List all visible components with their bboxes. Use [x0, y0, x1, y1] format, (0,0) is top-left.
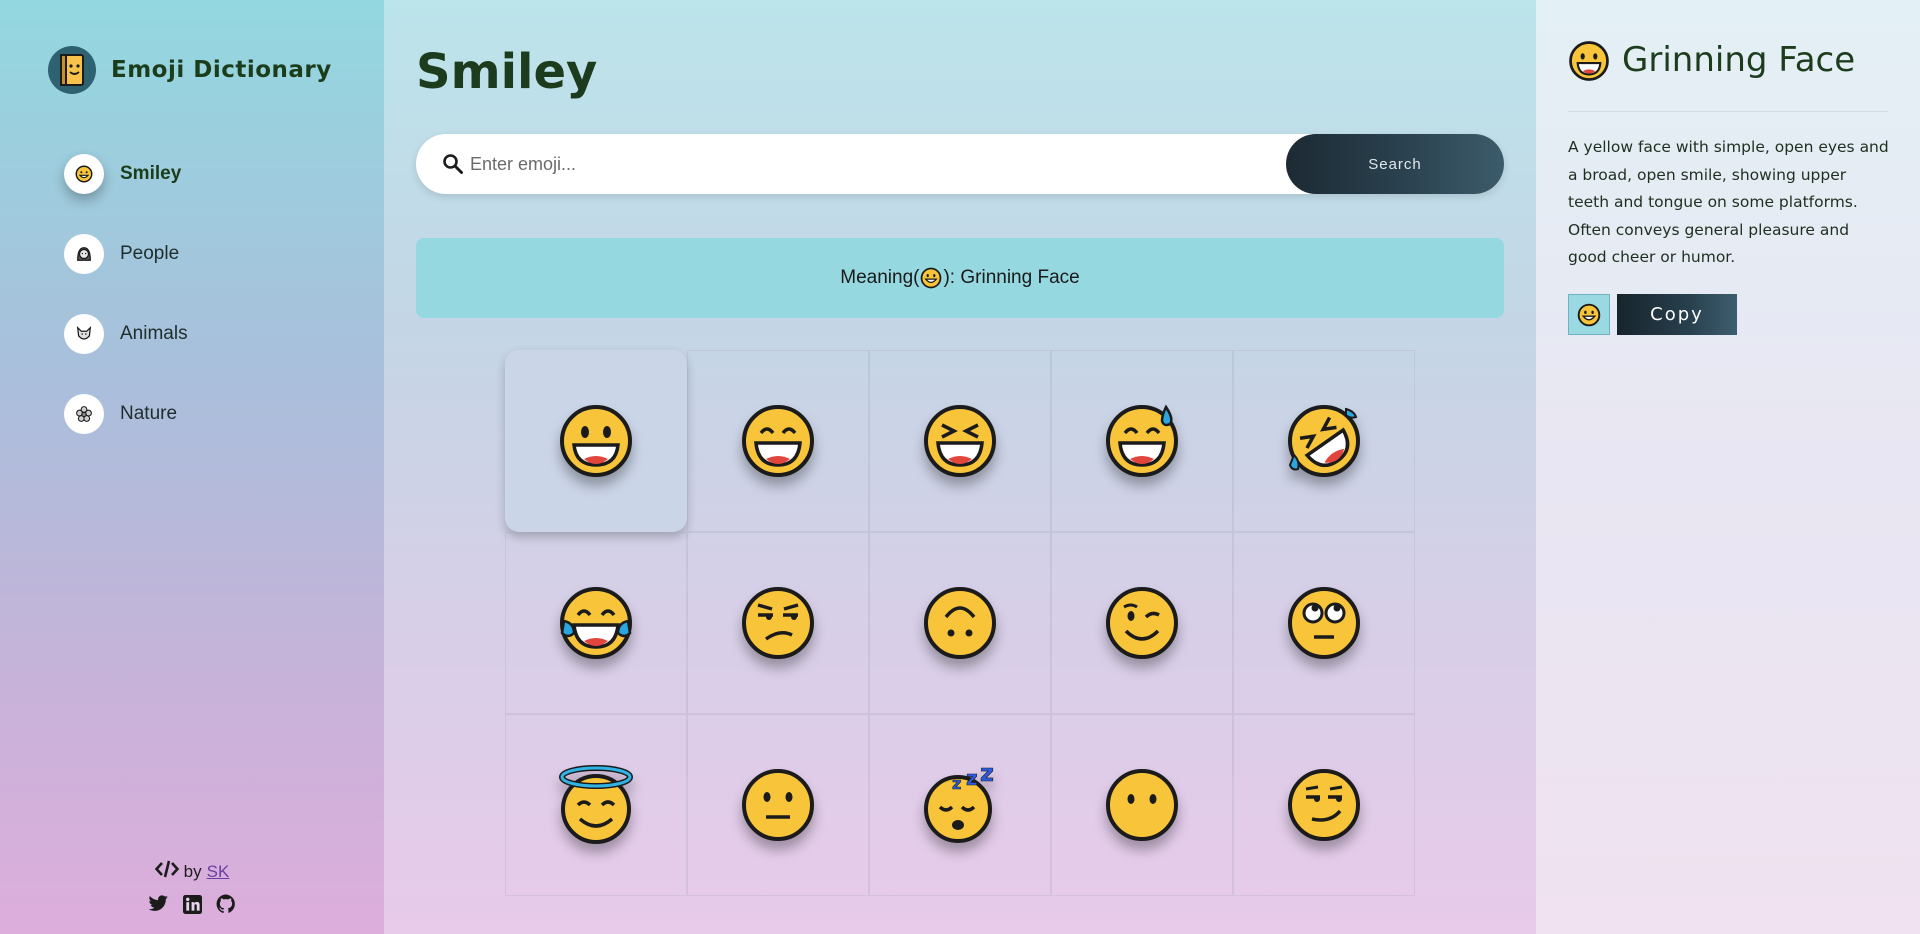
- detail-title: Grinning Face: [1622, 40, 1856, 80]
- face-with-tears-of-joy-icon: [560, 587, 632, 659]
- copy-button[interactable]: Copy: [1617, 294, 1737, 335]
- brand[interactable]: Emoji Dictionary: [48, 46, 332, 94]
- search-input[interactable]: [470, 134, 1270, 194]
- emoji-grid: zzz: [505, 350, 1415, 896]
- sidebar-item-people[interactable]: People: [64, 234, 188, 274]
- flower-icon: [64, 394, 104, 434]
- main-content: Smiley Search Meaning( ): Grinning Face: [384, 0, 1536, 934]
- detail-header: Grinning Face: [1568, 36, 1888, 112]
- page-title: Smiley: [416, 44, 598, 100]
- emoji-cell-face-without-mouth[interactable]: [1051, 714, 1233, 896]
- search-icon: [442, 153, 464, 175]
- smirking-face-icon: [1288, 769, 1360, 841]
- detail-panel: Grinning Face A yellow face with simple,…: [1536, 0, 1920, 934]
- person-icon: [64, 234, 104, 274]
- grinning-face-mini-icon: [920, 267, 942, 289]
- by-text: by: [183, 861, 202, 881]
- copy-row: Copy: [1568, 294, 1737, 335]
- sidebar-item-animals[interactable]: Animals: [64, 314, 188, 354]
- search-bar: Search: [416, 134, 1504, 194]
- svg-text:z: z: [980, 765, 994, 787]
- book-with-face-icon: [48, 46, 96, 94]
- emoji-cell-upside-down-face[interactable]: [869, 532, 1051, 714]
- sidebar-item-nature[interactable]: Nature: [64, 394, 188, 434]
- emoji-cell-face-with-rolling-eyes[interactable]: [1233, 532, 1415, 714]
- sidebar: Emoji Dictionary Smiley People Animals N…: [0, 0, 384, 934]
- face-with-rolling-eyes-icon: [1288, 587, 1360, 659]
- app-title: Emoji Dictionary: [111, 57, 332, 83]
- grinning-face-icon: [560, 405, 632, 477]
- meaning-prefix: Meaning(: [840, 267, 920, 288]
- author-link[interactable]: SK: [207, 862, 230, 882]
- emoji-cell-neutral-face[interactable]: [687, 714, 869, 896]
- credit-line: by SK: [0, 860, 384, 883]
- sidebar-item-label: Animals: [120, 323, 188, 344]
- smiley-icon: [64, 154, 104, 194]
- grinning-face-icon: [1568, 40, 1610, 87]
- face-without-mouth-icon: [1106, 769, 1178, 841]
- neutral-face-icon: [742, 769, 814, 841]
- emoji-cell-grinning-squinting-face[interactable]: [869, 350, 1051, 532]
- sidebar-item-smiley[interactable]: Smiley: [64, 154, 188, 194]
- emoji-cell-face-with-tears-of-joy[interactable]: [505, 532, 687, 714]
- twitter-icon[interactable]: [147, 893, 169, 915]
- social-links: [0, 893, 384, 915]
- detail-description: A yellow face with simple, open eyes and…: [1568, 138, 1889, 266]
- grinning-face-with-smiling-eyes-icon: [742, 405, 814, 477]
- grinning-face-with-sweat-icon: [1106, 404, 1178, 477]
- emoji-cell-smirking-face[interactable]: [1233, 714, 1415, 896]
- linkedin-icon[interactable]: [181, 893, 203, 915]
- upside-down-face-icon: [924, 587, 996, 659]
- sidebar-item-label: People: [120, 243, 180, 264]
- grinning-squinting-face-icon: [924, 405, 996, 477]
- github-icon[interactable]: [215, 893, 237, 915]
- grinning-face-icon: [1577, 303, 1601, 326]
- svg-text:z: z: [952, 774, 961, 793]
- rolling-on-the-floor-laughing-icon: [1288, 405, 1360, 477]
- emoji-cell-smiling-face-with-halo[interactable]: [505, 714, 687, 896]
- search-button[interactable]: Search: [1286, 134, 1504, 194]
- footer: by SK: [0, 860, 384, 915]
- wolf-icon: [64, 314, 104, 354]
- winking-face-icon: [1106, 587, 1178, 659]
- sidebar-item-label: Smiley: [120, 163, 182, 184]
- sidebar-item-label: Nature: [120, 403, 178, 424]
- smiling-face-with-halo-icon: [559, 765, 633, 844]
- emoji-cell-grinning-face-with-sweat[interactable]: [1051, 350, 1233, 532]
- sleeping-face-icon: zzz: [924, 765, 994, 843]
- meaning-text: ): Grinning Face: [943, 267, 1080, 288]
- emoji-cell-unamused-face[interactable]: [687, 532, 869, 714]
- svg-text:z: z: [966, 766, 978, 790]
- code-icon: [154, 860, 179, 883]
- emoji-preview: [1568, 294, 1610, 335]
- emoji-cell-grinning-face-with-smiling-eyes[interactable]: [687, 350, 869, 532]
- emoji-cell-winking-face[interactable]: [1051, 532, 1233, 714]
- unamused-face-icon: [742, 587, 814, 659]
- meaning-box: Meaning( ): Grinning Face: [416, 238, 1504, 318]
- emoji-cell-sleeping-face[interactable]: zzz: [869, 714, 1051, 896]
- category-nav: Smiley People Animals Nature: [64, 154, 188, 474]
- emoji-cell-grinning-face[interactable]: [505, 350, 687, 532]
- emoji-cell-rolling-on-the-floor-laughing[interactable]: [1233, 350, 1415, 532]
